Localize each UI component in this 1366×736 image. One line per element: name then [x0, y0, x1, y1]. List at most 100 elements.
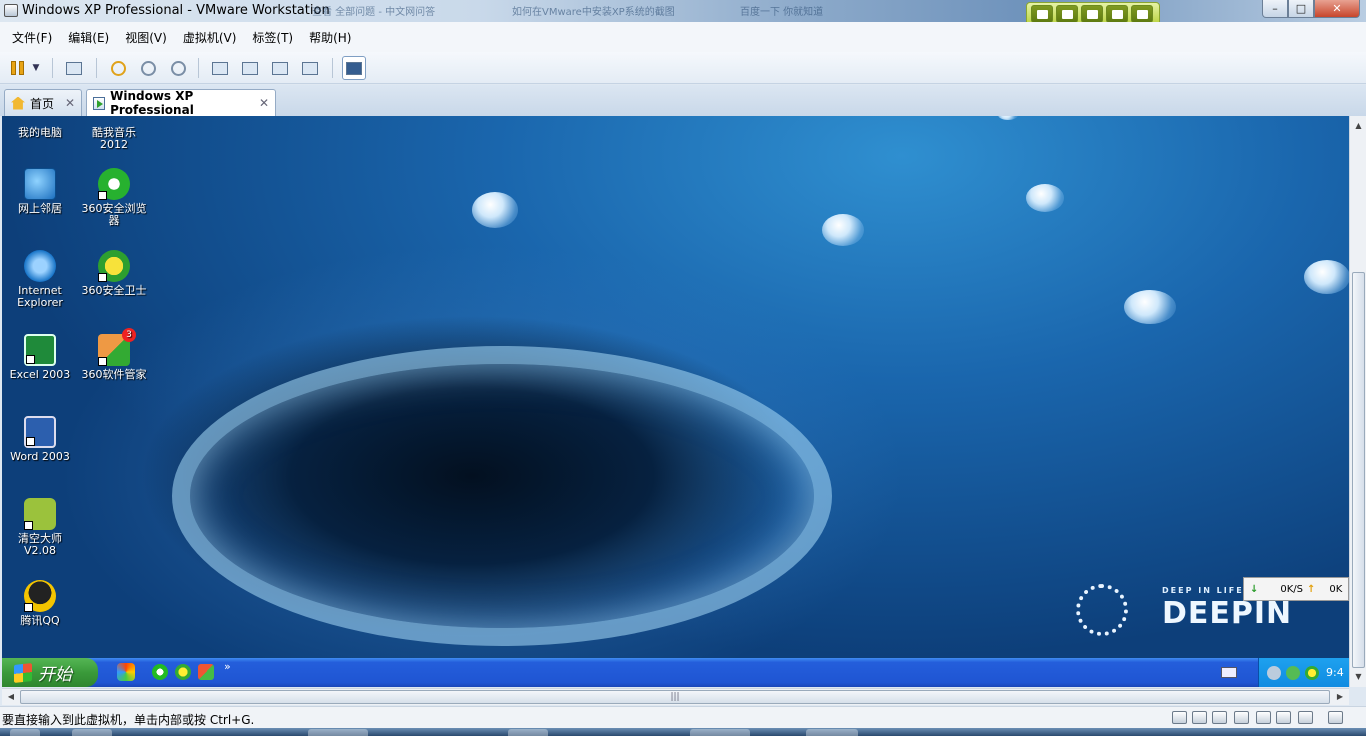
- 360-safe-icon: [98, 250, 130, 282]
- minimize-button[interactable]: –: [1262, 0, 1288, 18]
- desktop-icon-word[interactable]: Word 2003: [2, 416, 78, 463]
- power-dropdown-button[interactable]: ▼: [28, 56, 44, 80]
- tab-close-button[interactable]: ✕: [65, 96, 75, 110]
- show-library-button[interactable]: [208, 56, 232, 80]
- thumbnail-bar-button[interactable]: [238, 56, 262, 80]
- sound-card-icon[interactable]: [1276, 711, 1291, 724]
- scroll-down-icon[interactable]: ▼: [1351, 669, 1366, 685]
- vertical-scrollbar[interactable]: ▲ ▼: [1349, 116, 1366, 687]
- tab-label: 首页: [30, 96, 55, 111]
- word-icon: [24, 416, 56, 448]
- snapshot-manager-button[interactable]: [166, 56, 190, 80]
- netspeed-widget[interactable]: ↓ 0K/S ↑ 0K: [1243, 577, 1349, 601]
- snapshot-manager-icon: [170, 60, 186, 76]
- horizontal-scrollbar[interactable]: ◀ ||| ▶: [2, 688, 1349, 705]
- vertical-scroll-thumb[interactable]: [1352, 272, 1365, 668]
- 360-browser-icon: [98, 168, 130, 200]
- suspend-button[interactable]: [6, 56, 30, 80]
- desktop-icon-network[interactable]: 网上邻居: [2, 168, 78, 215]
- quicklaunch-app-icon[interactable]: [117, 663, 135, 681]
- menu-help[interactable]: 帮助(H): [301, 29, 359, 46]
- revert-icon: [140, 60, 156, 76]
- tab-label: Windows XP Professional: [110, 89, 194, 117]
- desktop-icon-label: 清空大师 V2.08: [18, 532, 62, 557]
- network-adapter-icon[interactable]: [1234, 711, 1249, 724]
- printer-icon[interactable]: [1256, 711, 1271, 724]
- usb-icon[interactable]: [1298, 711, 1313, 724]
- background-tab[interactable]: 如何在VMware中安装XP系统的截图: [512, 3, 675, 21]
- menu-edit[interactable]: 编辑(E): [60, 29, 117, 46]
- desktop-icon-360-browser[interactable]: 360安全浏览器: [76, 168, 152, 227]
- language-bar-icon[interactable]: [1221, 667, 1237, 678]
- desktop-icon-360-safe[interactable]: 360安全卫士: [76, 250, 152, 297]
- quicklaunch-more-button[interactable]: »: [224, 660, 231, 673]
- ie-icon: [24, 250, 56, 282]
- scroll-up-icon[interactable]: ▲: [1351, 118, 1366, 134]
- cleaner-icon: [24, 498, 56, 530]
- desktop-icon-360-soft[interactable]: 3 360软件管家: [76, 328, 152, 381]
- notification-badge: 3: [122, 328, 136, 342]
- unity-button[interactable]: [298, 56, 322, 80]
- start-label: 开始: [38, 665, 72, 685]
- quicklaunch-360-soft-icon[interactable]: [198, 664, 214, 680]
- desktop-icon-excel[interactable]: Excel 2003: [2, 334, 78, 381]
- tab-close-button[interactable]: ✕: [259, 96, 269, 110]
- water-drop: [822, 214, 864, 246]
- host-taskbar-item[interactable]: [508, 729, 548, 736]
- tab-vm[interactable]: Windows XP Professional ✕: [86, 89, 276, 117]
- scroll-left-icon[interactable]: ◀: [3, 689, 19, 705]
- vmware-icon: [4, 4, 18, 17]
- scroll-right-icon[interactable]: ▶: [1332, 689, 1348, 705]
- vm-running-icon: [93, 96, 106, 110]
- maximize-button[interactable]: □: [1288, 0, 1314, 18]
- water-drop: [1124, 290, 1176, 324]
- tab-home[interactable]: 首页 ✕: [4, 89, 82, 116]
- quicklaunch-360-browser-icon[interactable]: [152, 664, 168, 680]
- edit-button[interactable]: [1056, 5, 1078, 23]
- console-view-button[interactable]: [342, 56, 366, 80]
- network-button[interactable]: [62, 56, 86, 80]
- menu-file[interactable]: 文件(F): [4, 29, 60, 46]
- console-icon: [346, 61, 362, 75]
- shortcut-arrow-icon: [26, 437, 35, 446]
- menu-view[interactable]: 视图(V): [117, 29, 175, 46]
- revert-snapshot-button[interactable]: [136, 56, 160, 80]
- guest-screen[interactable]: 我的电脑 网上邻居 Internet Explorer Excel 2003 W…: [2, 116, 1349, 687]
- keyboard-button[interactable]: [1106, 5, 1128, 23]
- background-tab[interactable]: 查看 全部问题 - 中文网问答: [312, 3, 435, 21]
- host-taskbar-item[interactable]: [690, 729, 750, 736]
- start-button[interactable]: 开始: [2, 658, 98, 687]
- menu-tabs[interactable]: 标签(T): [244, 29, 301, 46]
- window-title: Windows XP Professional - VMware Worksta…: [22, 3, 330, 18]
- host-taskbar-item[interactable]: [308, 729, 368, 736]
- hard-disk-icon[interactable]: [1172, 711, 1187, 724]
- tray-network-icon[interactable]: [1286, 665, 1300, 680]
- clock[interactable]: 9:4: [1326, 666, 1344, 679]
- background-tab[interactable]: 百度一下 你就知道: [740, 3, 823, 21]
- desktop-icon-label: 我的电脑: [18, 126, 62, 139]
- desktop-icon-qq[interactable]: 腾讯QQ: [2, 580, 78, 627]
- fullscreen-button[interactable]: [268, 56, 292, 80]
- desktop-icon-cleaner[interactable]: 清空大师 V2.08: [2, 498, 78, 557]
- desktop-icon-my-computer[interactable]: 我的电脑: [2, 116, 78, 139]
- pin-button[interactable]: [1031, 5, 1053, 23]
- desktop-icon-kuwo[interactable]: 酷我音乐 2012: [76, 116, 152, 151]
- snapshot-button[interactable]: [106, 56, 130, 80]
- desktop-icon-ie[interactable]: Internet Explorer: [2, 250, 78, 309]
- floppy-icon[interactable]: [1212, 711, 1227, 724]
- horizontal-scroll-thumb[interactable]: |||: [20, 690, 1330, 704]
- user-button[interactable]: [1131, 5, 1153, 23]
- vmware-window: Windows XP Professional - VMware Worksta…: [0, 0, 1366, 736]
- host-taskbar-item[interactable]: [72, 729, 112, 736]
- cd-dvd-icon[interactable]: [1192, 711, 1207, 724]
- close-button[interactable]: ✕: [1314, 0, 1360, 18]
- toolbar-separator: [52, 58, 53, 78]
- tray-360-icon[interactable]: [1305, 665, 1319, 680]
- host-taskbar-item[interactable]: [806, 729, 858, 736]
- host-start-button[interactable]: [10, 729, 40, 736]
- menu-vm[interactable]: 虚拟机(V): [175, 29, 245, 46]
- quicklaunch-360-safe-icon[interactable]: [175, 664, 191, 680]
- message-log-icon[interactable]: [1328, 711, 1343, 724]
- chat-button[interactable]: [1081, 5, 1103, 23]
- tray-volume-icon[interactable]: [1267, 665, 1281, 680]
